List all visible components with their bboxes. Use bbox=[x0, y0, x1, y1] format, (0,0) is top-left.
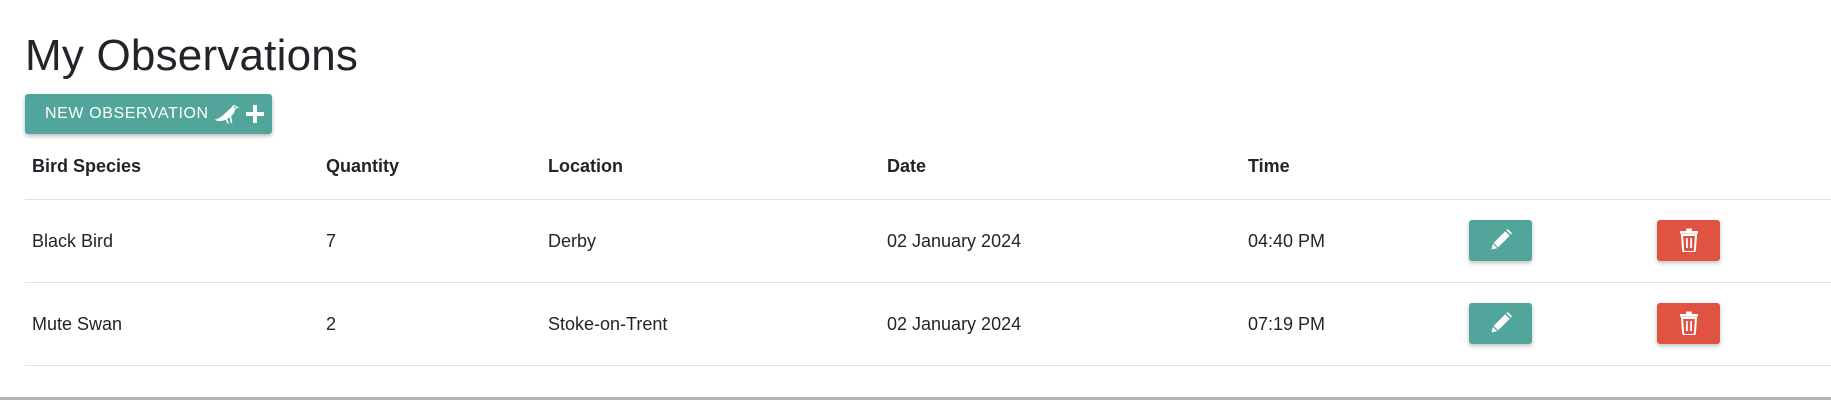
delete-cell bbox=[1657, 200, 1720, 282]
cell-species: Black Bird bbox=[32, 230, 114, 251]
cell-date: 02 January 2024 bbox=[887, 313, 1022, 334]
delete-button[interactable] bbox=[1657, 219, 1720, 261]
header-location: Location bbox=[548, 156, 623, 176]
cell-location: Derby bbox=[548, 230, 597, 251]
new-observation-label: New Observation bbox=[45, 105, 209, 122]
cell-time: 07:19 PM bbox=[1248, 313, 1326, 334]
header-bird-species: Bird Species bbox=[32, 156, 142, 176]
cell-time: 04:40 PM bbox=[1248, 230, 1326, 251]
cell-quantity: 7 bbox=[326, 230, 337, 251]
page-title: My Observations bbox=[25, 31, 359, 80]
table-header-row: Bird Species Quantity Location Date Time bbox=[25, 140, 1831, 200]
header-time: Time bbox=[1248, 156, 1290, 176]
bird-icon bbox=[213, 102, 241, 126]
trash-icon bbox=[1679, 311, 1699, 335]
edit-cell bbox=[1469, 283, 1532, 365]
delete-cell bbox=[1657, 283, 1720, 365]
table-row: Black Bird 7 Derby 02 January 2024 04:40… bbox=[25, 200, 1831, 283]
pencil-icon bbox=[1490, 312, 1512, 334]
table-row: Mute Swan 2 Stoke-on-Trent 02 January 20… bbox=[25, 283, 1831, 366]
edit-cell bbox=[1469, 200, 1532, 282]
header-date: Date bbox=[887, 156, 927, 176]
cell-date: 02 January 2024 bbox=[887, 230, 1022, 251]
edit-button[interactable] bbox=[1469, 219, 1532, 261]
header-quantity: Quantity bbox=[326, 156, 400, 176]
edit-button[interactable] bbox=[1469, 302, 1532, 344]
pencil-icon bbox=[1490, 229, 1512, 251]
plus-icon bbox=[245, 104, 265, 124]
cell-species: Mute Swan bbox=[32, 313, 123, 334]
trash-icon bbox=[1679, 228, 1699, 252]
new-observation-button[interactable]: New Observation bbox=[25, 94, 272, 134]
observations-table: Bird Species Quantity Location Date Time… bbox=[25, 140, 1831, 366]
cell-location: Stoke-on-Trent bbox=[548, 313, 668, 334]
observations-page: My Observations New Observation Bird Spe… bbox=[0, 0, 1831, 400]
delete-button[interactable] bbox=[1657, 302, 1720, 344]
cell-quantity: 2 bbox=[326, 313, 337, 334]
